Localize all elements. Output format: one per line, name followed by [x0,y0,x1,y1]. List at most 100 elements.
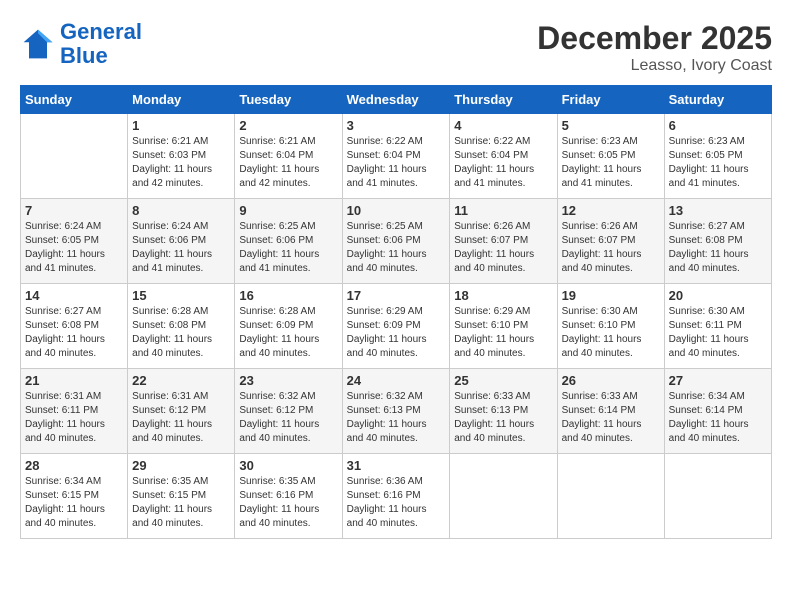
day-number: 20 [669,288,767,303]
header-sunday: Sunday [21,86,128,114]
day-info: Sunrise: 6:21 AMSunset: 6:04 PMDaylight:… [239,135,337,191]
day-info: Sunrise: 6:22 AMSunset: 6:04 PMDaylight:… [347,135,446,191]
logo-icon [20,26,56,62]
calendar-cell: 16 Sunrise: 6:28 AMSunset: 6:09 PMDayligh… [235,284,342,369]
day-number: 12 [562,203,660,218]
day-info: Sunrise: 6:25 AMSunset: 6:06 PMDaylight:… [347,220,446,276]
day-info: Sunrise: 6:29 AMSunset: 6:09 PMDaylight:… [347,305,446,361]
calendar-cell: 26 Sunrise: 6:33 AMSunset: 6:14 PMDayligh… [557,369,664,454]
day-number: 28 [25,458,123,473]
calendar-cell: 31 Sunrise: 6:36 AMSunset: 6:16 PMDayligh… [342,454,450,539]
calendar-table: SundayMondayTuesdayWednesdayThursdayFrid… [20,85,772,539]
day-info: Sunrise: 6:21 AMSunset: 6:03 PMDaylight:… [132,135,230,191]
page-header: General Blue December 2025 Leasso, Ivory… [20,20,772,75]
day-number: 21 [25,373,123,388]
calendar-cell: 15 Sunrise: 6:28 AMSunset: 6:08 PMDayligh… [128,284,235,369]
calendar-week-2: 7 Sunrise: 6:24 AMSunset: 6:05 PMDaylight… [21,199,772,284]
calendar-week-4: 21 Sunrise: 6:31 AMSunset: 6:11 PMDayligh… [21,369,772,454]
calendar-cell: 11Sunrise: 6:26 AMSunset: 6:07 PMDayligh… [450,199,557,284]
day-number: 3 [347,118,446,133]
day-info: Sunrise: 6:36 AMSunset: 6:16 PMDaylight:… [347,475,446,531]
calendar-cell: 25Sunrise: 6:33 AMSunset: 6:13 PMDayligh… [450,369,557,454]
calendar-cell: 27Sunrise: 6:34 AMSunset: 6:14 PMDayligh… [664,369,771,454]
day-number: 7 [25,203,123,218]
day-number: 16 [239,288,337,303]
day-info: Sunrise: 6:33 AMSunset: 6:14 PMDaylight:… [562,390,660,446]
calendar-cell: 7 Sunrise: 6:24 AMSunset: 6:05 PMDaylight… [21,199,128,284]
day-info: Sunrise: 6:22 AMSunset: 6:04 PMDaylight:… [454,135,552,191]
day-number: 8 [132,203,230,218]
calendar-cell: 1Sunrise: 6:21 AMSunset: 6:03 PMDaylight… [128,114,235,199]
calendar-cell: 20 Sunrise: 6:30 AMSunset: 6:11 PMDayligh… [664,284,771,369]
calendar-cell [450,454,557,539]
calendar-cell: 3 Sunrise: 6:22 AMSunset: 6:04 PMDaylight… [342,114,450,199]
calendar-cell [21,114,128,199]
day-number: 17 [347,288,446,303]
day-info: Sunrise: 6:28 AMSunset: 6:09 PMDaylight:… [239,305,337,361]
calendar-cell [664,454,771,539]
day-info: Sunrise: 6:24 AMSunset: 6:05 PMDaylight:… [25,220,123,276]
day-number: 5 [562,118,660,133]
calendar-cell: 2 Sunrise: 6:21 AMSunset: 6:04 PMDaylight… [235,114,342,199]
day-number: 13 [669,203,767,218]
day-info: Sunrise: 6:32 AMSunset: 6:12 PMDaylight:… [239,390,337,446]
day-number: 31 [347,458,446,473]
day-info: Sunrise: 6:35 AMSunset: 6:16 PMDaylight:… [239,475,337,531]
day-info: Sunrise: 6:28 AMSunset: 6:08 PMDaylight:… [132,305,230,361]
day-info: Sunrise: 6:32 AMSunset: 6:13 PMDaylight:… [347,390,446,446]
day-number: 4 [454,118,552,133]
day-info: Sunrise: 6:27 AMSunset: 6:08 PMDaylight:… [25,305,123,361]
calendar-cell: 12 Sunrise: 6:26 AMSunset: 6:07 PMDayligh… [557,199,664,284]
header-tuesday: Tuesday [235,86,342,114]
day-info: Sunrise: 6:24 AMSunset: 6:06 PMDaylight:… [132,220,230,276]
day-number: 26 [562,373,660,388]
header-friday: Friday [557,86,664,114]
day-number: 27 [669,373,767,388]
calendar-cell: 17 Sunrise: 6:29 AMSunset: 6:09 PMDayligh… [342,284,450,369]
day-info: Sunrise: 6:31 AMSunset: 6:11 PMDaylight:… [25,390,123,446]
calendar-cell: 10 Sunrise: 6:25 AMSunset: 6:06 PMDayligh… [342,199,450,284]
day-info: Sunrise: 6:26 AMSunset: 6:07 PMDaylight:… [454,220,552,276]
calendar-cell: 28 Sunrise: 6:34 AMSunset: 6:15 PMDayligh… [21,454,128,539]
day-number: 19 [562,288,660,303]
day-number: 6 [669,118,767,133]
day-info: Sunrise: 6:23 AMSunset: 6:05 PMDaylight:… [669,135,767,191]
day-number: 15 [132,288,230,303]
header-saturday: Saturday [664,86,771,114]
day-number: 14 [25,288,123,303]
subtitle: Leasso, Ivory Coast [537,57,772,75]
logo-text: General Blue [60,20,142,68]
calendar-cell: 23Sunrise: 6:32 AMSunset: 6:12 PMDayligh… [235,369,342,454]
calendar-cell: 18Sunrise: 6:29 AMSunset: 6:10 PMDayligh… [450,284,557,369]
calendar-cell: 8 Sunrise: 6:24 AMSunset: 6:06 PMDaylight… [128,199,235,284]
day-number: 29 [132,458,230,473]
day-info: Sunrise: 6:23 AMSunset: 6:05 PMDaylight:… [562,135,660,191]
calendar-cell: 6 Sunrise: 6:23 AMSunset: 6:05 PMDaylight… [664,114,771,199]
day-info: Sunrise: 6:34 AMSunset: 6:15 PMDaylight:… [25,475,123,531]
day-number: 2 [239,118,337,133]
day-info: Sunrise: 6:31 AMSunset: 6:12 PMDaylight:… [132,390,230,446]
calendar-cell: 4 Sunrise: 6:22 AMSunset: 6:04 PMDaylight… [450,114,557,199]
day-info: Sunrise: 6:26 AMSunset: 6:07 PMDaylight:… [562,220,660,276]
day-info: Sunrise: 6:25 AMSunset: 6:06 PMDaylight:… [239,220,337,276]
day-number: 22 [132,373,230,388]
logo: General Blue [20,20,142,68]
calendar-cell: 30Sunrise: 6:35 AMSunset: 6:16 PMDayligh… [235,454,342,539]
header-thursday: Thursday [450,86,557,114]
day-info: Sunrise: 6:30 AMSunset: 6:11 PMDaylight:… [669,305,767,361]
calendar-cell: 19Sunrise: 6:30 AMSunset: 6:10 PMDayligh… [557,284,664,369]
header-monday: Monday [128,86,235,114]
calendar-cell: 29Sunrise: 6:35 AMSunset: 6:15 PMDayligh… [128,454,235,539]
calendar-cell: 5 Sunrise: 6:23 AMSunset: 6:05 PMDaylight… [557,114,664,199]
month-title: December 2025 [537,20,772,57]
day-info: Sunrise: 6:27 AMSunset: 6:08 PMDaylight:… [669,220,767,276]
calendar-cell: 22 Sunrise: 6:31 AMSunset: 6:12 PMDayligh… [128,369,235,454]
day-number: 10 [347,203,446,218]
title-block: December 2025 Leasso, Ivory Coast [537,20,772,75]
day-number: 9 [239,203,337,218]
header-wednesday: Wednesday [342,86,450,114]
calendar-week-5: 28 Sunrise: 6:34 AMSunset: 6:15 PMDayligh… [21,454,772,539]
calendar-cell: 21 Sunrise: 6:31 AMSunset: 6:11 PMDayligh… [21,369,128,454]
day-info: Sunrise: 6:29 AMSunset: 6:10 PMDaylight:… [454,305,552,361]
calendar-cell: 24Sunrise: 6:32 AMSunset: 6:13 PMDayligh… [342,369,450,454]
